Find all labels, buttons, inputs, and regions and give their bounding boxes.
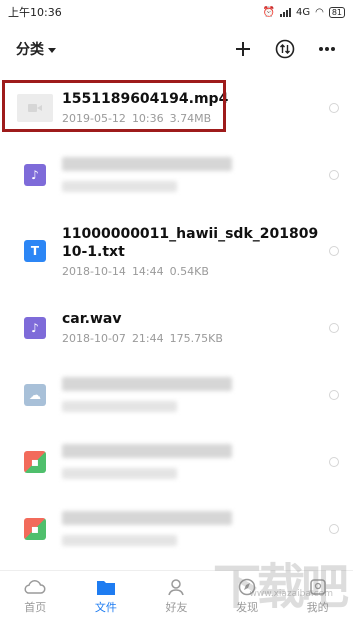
- highlight-box: [2, 80, 226, 132]
- nav-discover[interactable]: 发现: [212, 571, 283, 621]
- file-meta: 2018-10-14 14:44 0.54KB: [62, 265, 319, 278]
- nav-label: 好友: [165, 600, 188, 614]
- category-label: 分类: [16, 42, 44, 58]
- file-info: [62, 157, 353, 192]
- blurred-file-name: [62, 377, 232, 391]
- status-icons: ⏰ 4G ◠ 81: [262, 6, 345, 18]
- file-time: 21:44: [131, 332, 164, 345]
- blurred-file-meta: [62, 401, 177, 412]
- blurred-file-meta: [62, 468, 177, 479]
- music-icon: ♪: [24, 316, 46, 339]
- file-name: 11000000011_hawii_sdk_20180910-1.txt: [62, 225, 319, 260]
- select-radio[interactable]: [329, 246, 339, 256]
- nav-home[interactable]: 首页: [0, 571, 71, 621]
- list-item[interactable]: T 11000000011_hawii_sdk_20180910-1.txt 2…: [0, 208, 353, 294]
- network-type: 4G: [295, 6, 311, 18]
- status-bar: 上午10:36 ⏰ 4G ◠ 81: [0, 0, 353, 24]
- list-item[interactable]: ♪ car.wav 2018-10-07 21:44 175.75KB: [0, 294, 353, 361]
- file-info: [62, 444, 353, 479]
- blurred-file-name: [62, 511, 232, 525]
- alarm-icon: ⏰: [262, 6, 275, 18]
- select-radio[interactable]: [329, 389, 339, 400]
- discover-icon: [238, 578, 256, 595]
- list-item[interactable]: ☁: [0, 361, 353, 428]
- profile-icon: [309, 578, 326, 595]
- file-info: 11000000011_hawii_sdk_20180910-1.txt 201…: [62, 225, 353, 278]
- battery-icon: 81: [328, 6, 345, 18]
- blurred-file-name: [62, 157, 232, 171]
- transfer-icon: [275, 39, 295, 59]
- list-item[interactable]: ▪: [0, 495, 353, 562]
- nav-profile[interactable]: 我的: [282, 571, 353, 621]
- nav-label: 我的: [306, 600, 329, 614]
- nav-files[interactable]: 文件: [71, 571, 142, 621]
- blurred-file-meta: [62, 535, 177, 546]
- more-button[interactable]: [315, 37, 339, 61]
- archive-icon: ▪: [24, 517, 46, 540]
- archive-icon: ▪: [24, 450, 46, 473]
- select-radio[interactable]: [329, 456, 339, 467]
- bottom-nav: 首页 文件 好友 发现 我的: [0, 570, 353, 621]
- caret-down-icon: [48, 47, 56, 53]
- list-item[interactable]: ♪: [0, 141, 353, 208]
- file-info: car.wav 2018-10-07 21:44 175.75KB: [62, 310, 353, 345]
- list-item[interactable]: ▪: [0, 428, 353, 495]
- select-radio[interactable]: [329, 322, 339, 333]
- file-info: [62, 377, 353, 412]
- transfer-button[interactable]: [273, 37, 297, 61]
- file-date: 2018-10-14: [62, 264, 126, 278]
- music-icon: ♪: [24, 163, 46, 186]
- nav-friends[interactable]: 好友: [141, 571, 212, 621]
- add-button[interactable]: [231, 37, 255, 61]
- blurred-file-meta: [62, 181, 177, 192]
- status-time: 上午10:36: [8, 6, 62, 19]
- text-file-icon: T: [24, 240, 46, 262]
- home-icon: [24, 579, 46, 594]
- nav-label: 文件: [94, 600, 117, 614]
- toolbar: 分类: [0, 30, 353, 68]
- category-dropdown[interactable]: 分类: [16, 39, 56, 59]
- file-name: car.wav: [62, 311, 122, 327]
- file-meta: 2018-10-07 21:44 175.75KB: [62, 332, 353, 345]
- file-list: 1551189604194.mp4 2019-05-12 10:36 3.74MB …: [0, 74, 353, 621]
- select-radio[interactable]: [329, 169, 339, 180]
- file-size: 0.54KB: [169, 264, 209, 278]
- more-icon: [319, 47, 335, 51]
- wifi-icon: ◠: [315, 6, 324, 18]
- signal-icon: [279, 7, 291, 17]
- nav-label: 首页: [24, 600, 47, 614]
- nav-label: 发现: [236, 600, 259, 614]
- file-time: 14:44: [131, 264, 164, 278]
- select-radio[interactable]: [329, 102, 339, 113]
- friends-icon: [168, 578, 185, 595]
- file-info: [62, 511, 353, 546]
- file-date: 2018-10-07: [62, 332, 126, 345]
- blurred-file-name: [62, 444, 232, 458]
- cloud-file-icon: ☁: [24, 383, 46, 406]
- file-size: 175.75KB: [169, 332, 223, 345]
- folder-icon: [96, 580, 115, 595]
- toolbar-actions: [231, 37, 339, 61]
- plus-icon: [236, 42, 250, 56]
- select-radio[interactable]: [329, 523, 339, 534]
